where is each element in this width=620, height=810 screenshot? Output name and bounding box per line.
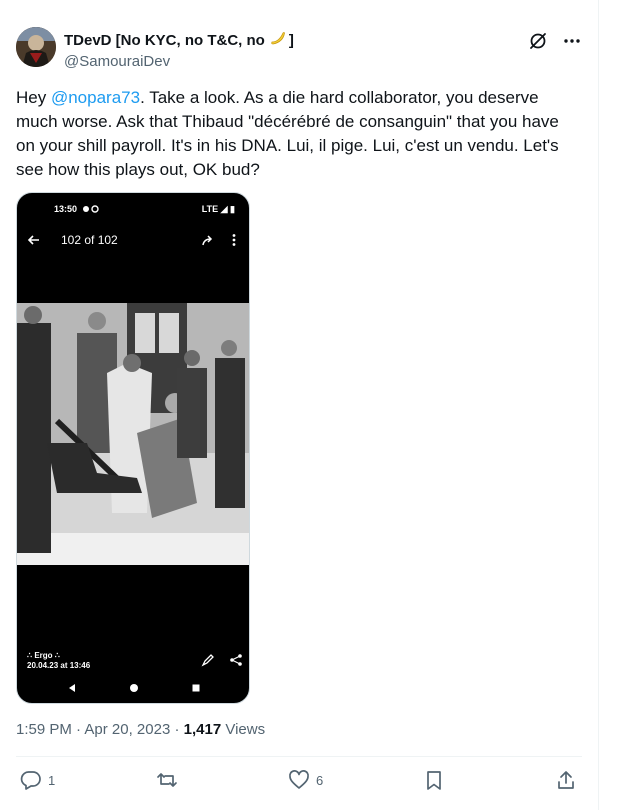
phone-status-right: LTE ◢ ▮ <box>201 204 235 214</box>
bookmark-icon <box>427 771 441 790</box>
meta-separator: · <box>71 721 85 738</box>
nav-home-icon[interactable] <box>129 683 139 693</box>
kebab-icon[interactable] <box>231 233 237 247</box>
tweet-time[interactable]: 1:59 PM <box>16 721 72 738</box>
bookmark-button[interactable] <box>423 769 445 791</box>
share-icon[interactable] <box>229 653 243 667</box>
caption-line2: 20.04.23 at 13:46 <box>27 661 91 670</box>
column-border <box>598 0 599 810</box>
status-network: LTE <box>201 204 219 214</box>
share-forward-icon[interactable] <box>201 233 215 247</box>
tweet-text: Hey @nopara73. Take a look. As a die har… <box>16 86 582 182</box>
header-icons <box>528 31 582 51</box>
action-divider <box>16 756 582 757</box>
author-names: TDevD [No KYC, no T&C, no ] @SamouraiDev <box>64 29 294 72</box>
phone-status-time: 13:50 <box>54 204 78 214</box>
views-count: 1,417 <box>183 721 222 738</box>
like-icon <box>289 770 309 789</box>
display-name[interactable]: TDevD [No KYC, no T&C, no ] <box>64 29 294 52</box>
nav-back-icon[interactable] <box>67 683 77 693</box>
tweet-header: TDevD [No KYC, no T&C, no ] @SamouraiDev <box>16 27 582 71</box>
share-button[interactable] <box>555 769 577 791</box>
views-label: Views <box>225 721 266 738</box>
historical-photo <box>17 303 249 565</box>
mention-link[interactable]: @nopara73 <box>51 88 140 107</box>
caption-line1: ∴ Ergo ∴ <box>27 651 60 660</box>
banana-emoji-icon <box>269 29 286 52</box>
nav-recents-icon[interactable] <box>191 683 201 693</box>
photo-caption: ∴ Ergo ∴ 20.04.23 at 13:46 <box>27 651 90 671</box>
like-count: 6 <box>316 772 324 788</box>
status-notification-icons <box>83 205 99 213</box>
author-handle[interactable]: @SamouraiDev <box>64 52 294 72</box>
more-icon[interactable] <box>562 31 582 51</box>
grok-icon[interactable] <box>528 31 548 51</box>
tweet-media[interactable]: 13:50 LTE ◢ ▮ 102 of 102 ∴ Ergo ∴ 20.04.… <box>16 192 250 704</box>
display-name-suffix: ] <box>288 31 294 49</box>
retweet-icon <box>157 773 177 787</box>
meta-separator-2: · <box>170 721 184 738</box>
image-counter: 102 of 102 <box>61 233 118 247</box>
tweet-text-prefix: Hey <box>16 88 51 107</box>
avatar[interactable] <box>16 27 56 67</box>
tweet-date[interactable]: Apr 20, 2023 <box>84 721 170 738</box>
reply-button[interactable]: 1 <box>20 769 55 791</box>
edit-icon[interactable] <box>201 653 215 667</box>
like-button[interactable]: 6 <box>288 769 323 791</box>
retweet-button[interactable] <box>156 769 178 791</box>
tweet-meta: 1:59 PM · Apr 20, 2023 · 1,417 Views <box>16 720 265 740</box>
reply-count: 1 <box>48 772 56 788</box>
display-name-text: TDevD [No KYC, no T&C, no <box>64 31 265 49</box>
share-upload-icon <box>558 771 574 789</box>
action-bar: 1 6 <box>20 769 580 793</box>
reply-icon <box>20 771 41 790</box>
back-arrow-icon[interactable] <box>27 233 41 247</box>
